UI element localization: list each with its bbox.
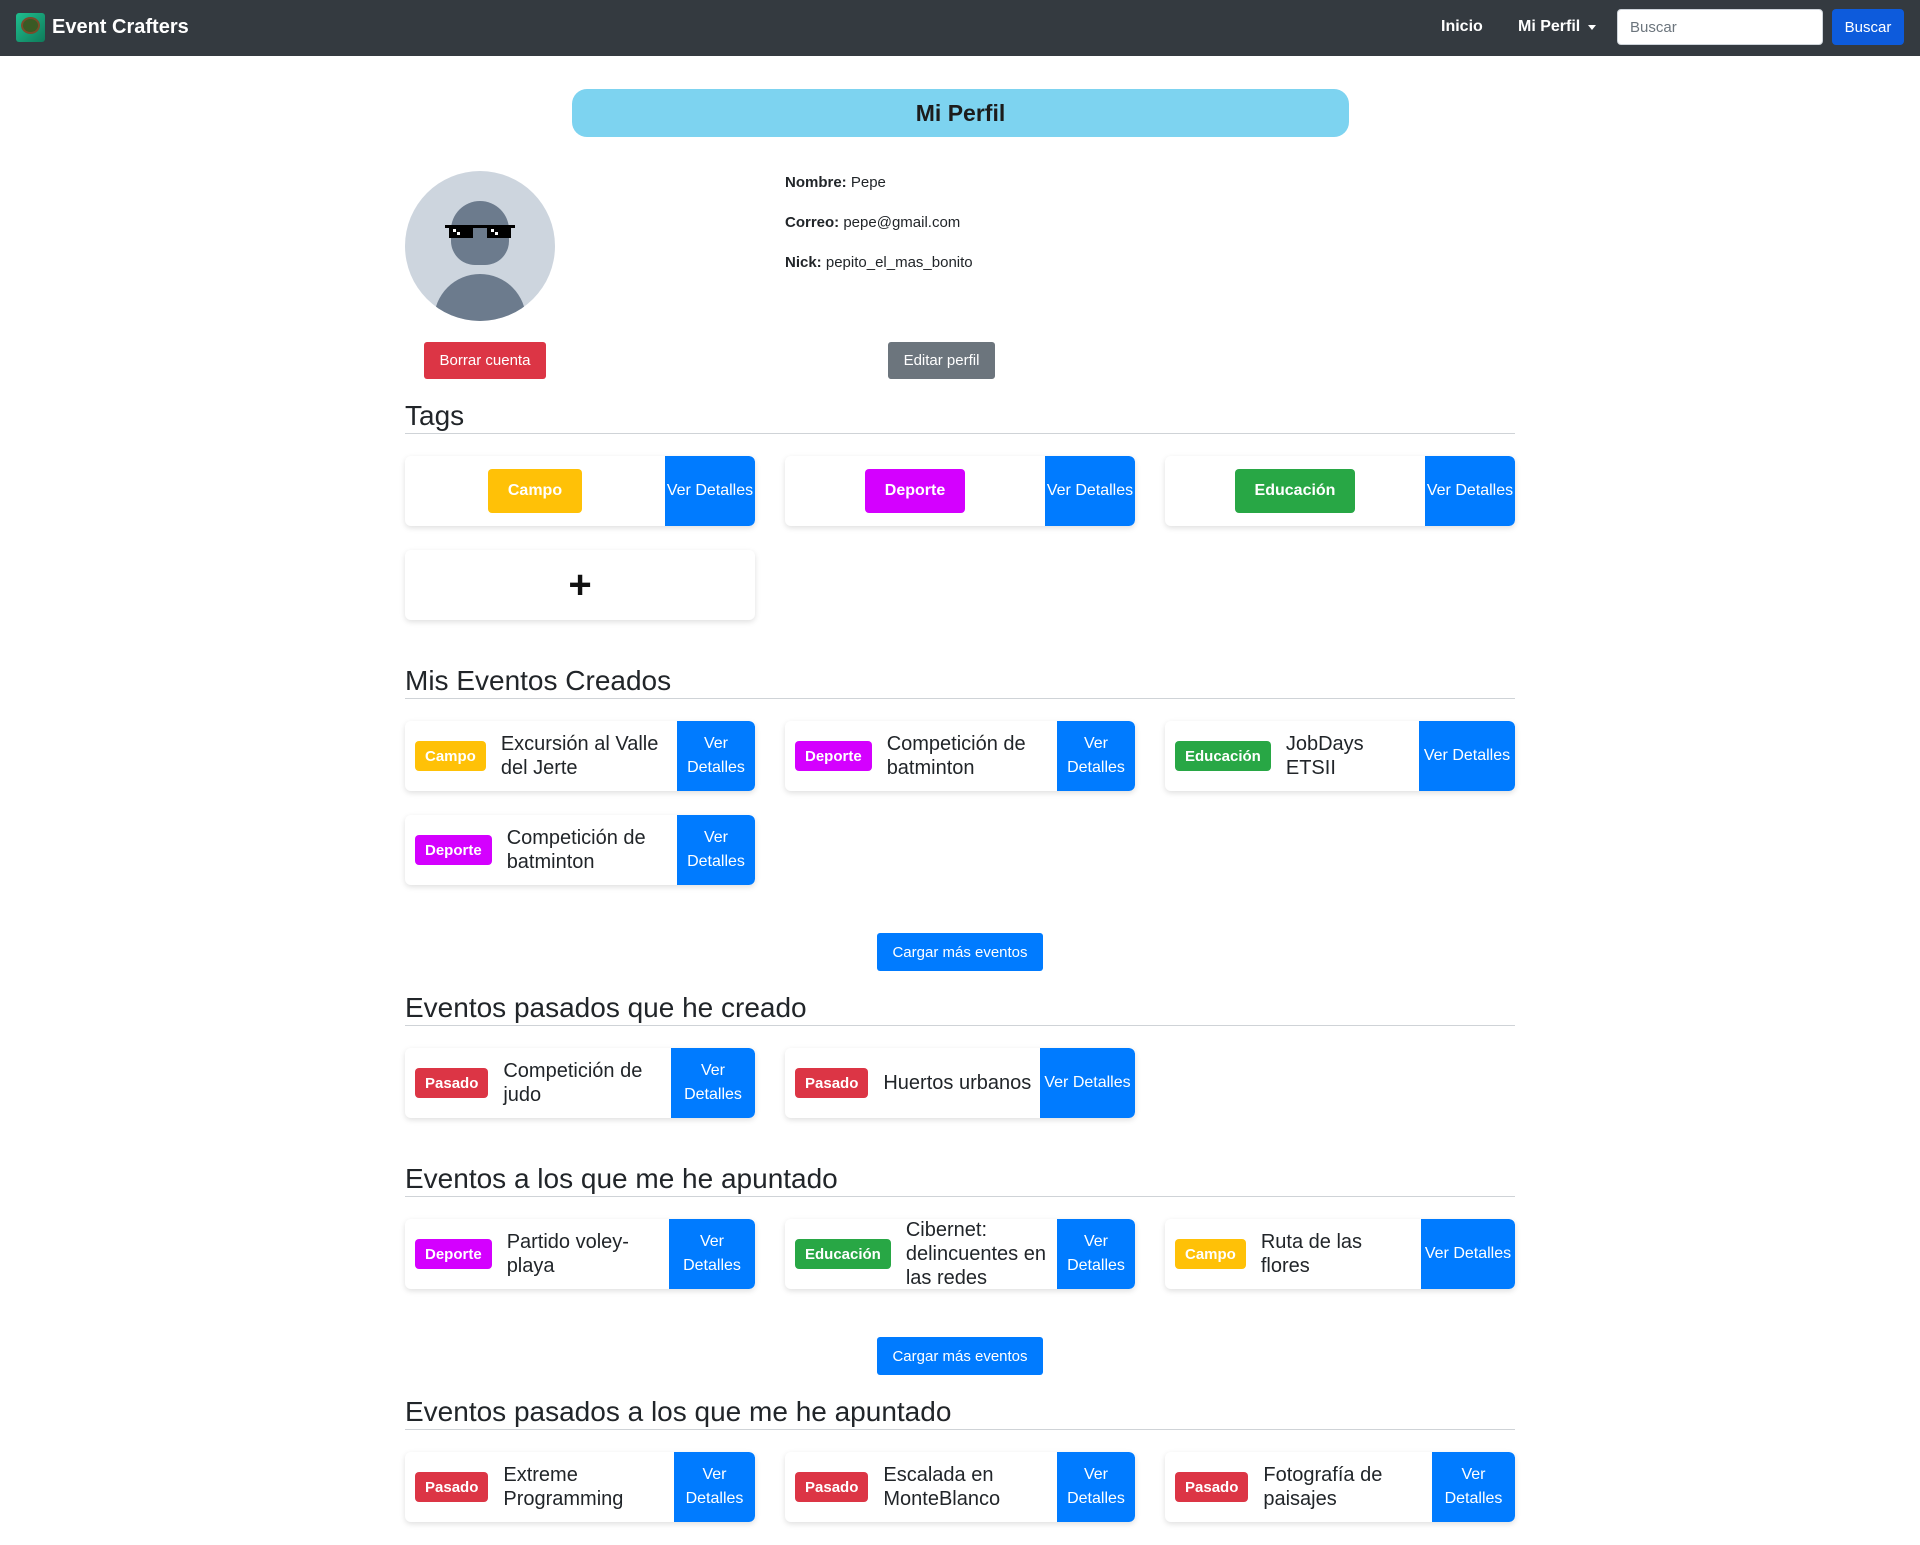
event-card: Pasado Escalada en MonteBlanco Ver Detal… [785, 1452, 1135, 1522]
event-card: Campo Ruta de las flores Ver Detalles [1165, 1219, 1515, 1289]
load-more-created-button[interactable]: Cargar más eventos [877, 933, 1043, 971]
brand-name: Event Crafters [52, 16, 189, 38]
add-tag-button[interactable]: + [405, 550, 755, 620]
sunglasses-icon [445, 225, 515, 238]
past-created-heading: Eventos pasados que he creado [405, 992, 1515, 1026]
profile-nombre: Nombre: Pepe [785, 174, 886, 191]
ver-detalles-button[interactable]: Ver Detalles [674, 1452, 755, 1522]
event-badge: Deporte [415, 1239, 492, 1269]
tag-area: Deporte [785, 469, 1045, 513]
delete-account-button[interactable]: Borrar cuenta [424, 342, 546, 379]
avatar [405, 171, 555, 321]
tag-card: Deporte Ver Detalles [785, 456, 1135, 526]
navbar: Event Crafters Inicio Mi Perfil Buscar [0, 0, 1920, 56]
event-badge: Deporte [415, 835, 492, 865]
event-title: Excursión al Valle del Jerte [500, 733, 659, 779]
edit-profile-button[interactable]: Editar perfil [888, 342, 995, 379]
event-card: Educación JobDays ETSII Ver Detalles [1165, 721, 1515, 791]
profile-correo: Correo: pepe@gmail.com [785, 214, 960, 231]
nombre-value: Pepe [850, 174, 886, 191]
plus-icon: + [568, 563, 592, 607]
ver-detalles-button[interactable]: Ver Detalles [1425, 456, 1515, 526]
ver-detalles-button[interactable]: Ver Detalles [677, 721, 755, 791]
tag-badge: Educación [1234, 469, 1356, 513]
event-title: Extreme Programming [503, 1464, 624, 1510]
event-badge: Campo [1175, 1239, 1246, 1269]
load-more-joined-button[interactable]: Cargar más eventos [877, 1337, 1043, 1375]
tag-area: Educación [1165, 469, 1425, 513]
event-badge: Pasado [415, 1472, 489, 1502]
page-title: Mi Perfil [572, 89, 1349, 137]
event-badge: Educación [795, 1239, 891, 1269]
event-title: Competición de judo [503, 1060, 643, 1106]
brand-link[interactable]: Event Crafters [16, 13, 189, 42]
profile-nick: Nick: pepito_el_mas_bonito [785, 254, 973, 271]
ver-detalles-button[interactable]: Ver Detalles [1421, 1219, 1515, 1289]
ver-detalles-button[interactable]: Ver Detalles [669, 1219, 755, 1289]
event-card: Deporte Competición de batminton Ver Det… [785, 721, 1135, 791]
search-input[interactable] [1617, 9, 1823, 45]
event-badge: Pasado [795, 1472, 869, 1502]
tag-card: Campo Ver Detalles [405, 456, 755, 526]
event-card: Pasado Fotografía de paisajes Ver Detall… [1165, 1452, 1515, 1522]
ver-detalles-button[interactable]: Ver Detalles [1057, 721, 1135, 791]
event-card: Pasado Huertos urbanos Ver Detalles [785, 1048, 1135, 1118]
event-badge: Pasado [1175, 1472, 1249, 1502]
event-title: Cibernet: delincuentes en las redes [905, 1219, 1046, 1289]
correo-label: Correo: [785, 214, 840, 231]
correo-value: pepe@gmail.com [843, 214, 961, 231]
event-title: Escalada en MonteBlanco [883, 1464, 1001, 1510]
event-badge: Pasado [795, 1068, 869, 1098]
event-title: Huertos urbanos [883, 1072, 1032, 1094]
event-card: Deporte Partido voley-playa Ver Detalles [405, 1219, 755, 1289]
nav-inicio[interactable]: Inicio [1441, 18, 1483, 36]
event-badge: Deporte [795, 741, 872, 771]
event-card: Pasado Extreme Programming Ver Detalles [405, 1452, 755, 1522]
ver-detalles-button[interactable]: Ver Detalles [1045, 456, 1135, 526]
search-button[interactable]: Buscar [1832, 9, 1904, 45]
joined-heading: Eventos a los que me he apuntado [405, 1163, 1515, 1197]
ver-detalles-button[interactable]: Ver Detalles [1432, 1452, 1515, 1522]
event-title: Fotografía de paisajes [1263, 1464, 1383, 1510]
event-badge: Educación [1175, 741, 1271, 771]
tags-heading: Tags [405, 400, 1515, 434]
avatar-body [434, 274, 526, 321]
event-title: Competición de batminton [886, 733, 1026, 779]
ver-detalles-button[interactable]: Ver Detalles [665, 456, 755, 526]
past-joined-heading: Eventos pasados a los que me he apuntado [405, 1396, 1515, 1430]
ver-detalles-button[interactable]: Ver Detalles [1057, 1452, 1135, 1522]
tag-badge: Deporte [864, 469, 966, 513]
nick-value: pepito_el_mas_bonito [825, 254, 973, 271]
ver-detalles-button[interactable]: Ver Detalles [671, 1048, 755, 1118]
caret-down-icon [1588, 24, 1597, 30]
event-title: Ruta de las flores [1260, 1231, 1363, 1277]
event-title: JobDays ETSII [1285, 733, 1364, 779]
ver-detalles-button[interactable]: Ver Detalles [1040, 1048, 1135, 1118]
tag-area: Campo [405, 469, 665, 513]
brand-logo-icon [16, 13, 45, 42]
nav-mi-perfil-label: Mi Perfil [1518, 18, 1581, 35]
nombre-label: Nombre: [785, 174, 847, 191]
event-card: Pasado Competición de judo Ver Detalles [405, 1048, 755, 1118]
ver-detalles-button[interactable]: Ver Detalles [1419, 721, 1515, 791]
nav-mi-perfil-dropdown[interactable]: Mi Perfil [1518, 18, 1597, 36]
tag-badge: Campo [487, 469, 583, 513]
event-card: Educación Cibernet: delincuentes en las … [785, 1219, 1135, 1289]
event-title: Competición de batminton [506, 827, 646, 873]
event-title: Partido voley-playa [506, 1231, 629, 1277]
event-badge: Campo [415, 741, 486, 771]
tag-card: Educación Ver Detalles [1165, 456, 1515, 526]
ver-detalles-button[interactable]: Ver Detalles [677, 815, 755, 885]
nick-label: Nick: [785, 254, 822, 271]
event-card: Deporte Competición de batminton Ver Det… [405, 815, 755, 885]
created-events-heading: Mis Eventos Creados [405, 665, 1515, 699]
ver-detalles-button[interactable]: Ver Detalles [1057, 1219, 1135, 1289]
event-card: Campo Excursión al Valle del Jerte Ver D… [405, 721, 755, 791]
event-badge: Pasado [415, 1068, 489, 1098]
